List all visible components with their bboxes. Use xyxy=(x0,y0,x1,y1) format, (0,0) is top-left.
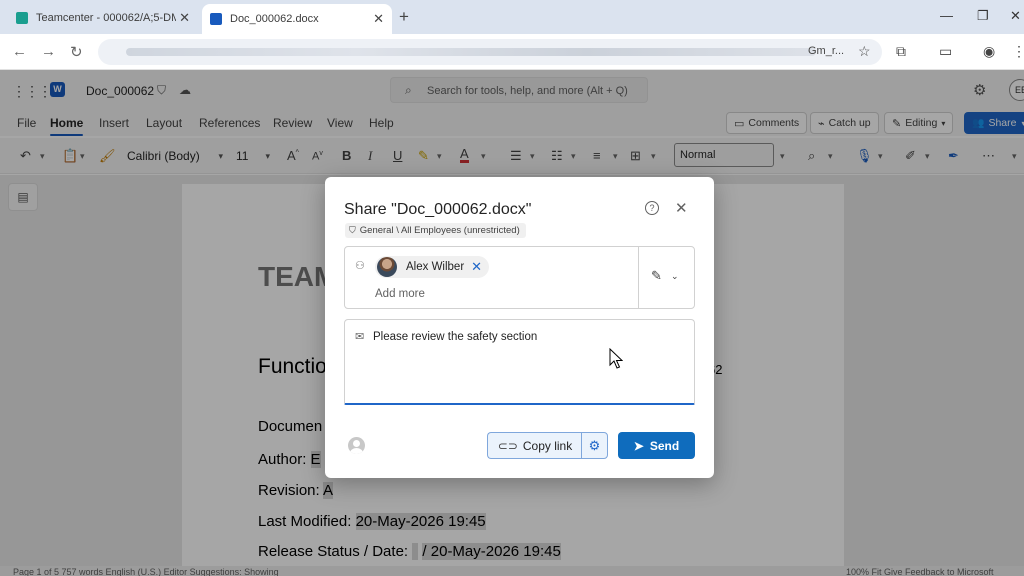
divider xyxy=(638,247,639,308)
remove-recipient-icon[interactable]: ✕ xyxy=(471,259,482,275)
message-text: Please review the safety section xyxy=(373,331,538,343)
browser-toolbar: ← → ↻ Gm_r... ☆ ⧉ ▭ ◉ ⋮ xyxy=(0,34,1024,70)
copy-link-button[interactable]: ⊂⊃ Copy link xyxy=(487,432,582,459)
message-input[interactable]: ✉ Please review the safety section xyxy=(344,319,695,405)
browser-tab-strip: Teamcenter - 000062/A;5-DM-7 ✕ Doc_00006… xyxy=(0,0,1024,34)
browser-tab-teamcenter[interactable]: Teamcenter - 000062/A;5-DM-7 ✕ xyxy=(8,5,198,31)
close-window-icon[interactable]: ✕ xyxy=(1010,8,1021,24)
tab-title: Doc_000062.docx xyxy=(230,13,319,25)
close-tab-icon[interactable]: ✕ xyxy=(373,11,384,27)
minimize-window-icon[interactable]: — xyxy=(940,8,953,23)
forward-icon[interactable]: → xyxy=(41,43,56,60)
address-bar[interactable]: Gm_r... ☆ xyxy=(98,39,882,65)
blurred-url xyxy=(126,48,816,56)
tab-title: Teamcenter - 000062/A;5-DM-7 xyxy=(36,12,176,24)
add-more-input[interactable]: Add more xyxy=(375,288,425,300)
sensitivity-label-badge[interactable]: ⛉ General \ All Employees (unrestricted) xyxy=(345,223,526,238)
sharer-avatar xyxy=(348,437,365,454)
browser-menu-icon[interactable]: ⋮ xyxy=(1012,43,1024,60)
back-icon[interactable]: ← xyxy=(12,43,27,60)
browser-tab-doc[interactable]: Doc_000062.docx ✕ xyxy=(202,4,392,34)
chevron-down-icon[interactable]: ⌄ xyxy=(671,271,679,282)
address-suffix: Gm_r... xyxy=(808,45,845,57)
recipient-photo xyxy=(377,257,397,277)
sensitivity-label-text: General \ All Employees (unrestricted) xyxy=(359,225,520,236)
edit-permission-pencil-icon[interactable]: ✎ xyxy=(651,268,662,284)
link-icon: ⊂⊃ xyxy=(497,438,518,453)
send-button[interactable]: ➤ Send xyxy=(618,432,695,459)
copy-link-label: Copy link xyxy=(522,438,573,453)
share-dialog: Share "Doc_000062.docx" ? ✕ ⛉ General \ … xyxy=(325,177,714,478)
teamcenter-favicon-icon xyxy=(16,12,28,24)
profile-icon[interactable]: ◉ xyxy=(983,43,995,60)
restore-window-icon[interactable]: ❐ xyxy=(977,8,989,24)
message-icon: ✉ xyxy=(355,331,365,343)
media-router-icon[interactable]: ▭ xyxy=(939,43,952,60)
recipient-name: Alex Wilber xyxy=(406,261,465,273)
word-favicon-icon xyxy=(210,13,222,25)
recipients-field[interactable]: ⚇ Alex Wilber ✕ Add more ✎ ⌄ xyxy=(344,246,695,309)
send-label: Send xyxy=(649,438,680,453)
close-tab-icon[interactable]: ✕ xyxy=(179,10,190,26)
help-icon[interactable]: ? xyxy=(645,201,659,215)
bookmark-star-icon[interactable]: ☆ xyxy=(858,43,871,60)
shield-icon: ⛉ xyxy=(349,225,356,235)
dialog-title: Share "Doc_000062.docx" xyxy=(344,201,532,218)
person-icon: ⚇ xyxy=(355,260,365,272)
send-icon: ➤ xyxy=(633,438,644,453)
reload-icon[interactable]: ↻ xyxy=(70,43,83,61)
mouse-cursor-icon xyxy=(609,348,623,369)
close-dialog-button[interactable]: ✕ xyxy=(675,199,688,217)
recipient-chip[interactable]: Alex Wilber ✕ xyxy=(375,256,489,278)
link-settings-gear-icon[interactable]: ⚙ xyxy=(581,432,608,459)
extensions-icon[interactable]: ⧉ xyxy=(896,43,906,60)
new-tab-button[interactable]: + xyxy=(399,7,409,27)
